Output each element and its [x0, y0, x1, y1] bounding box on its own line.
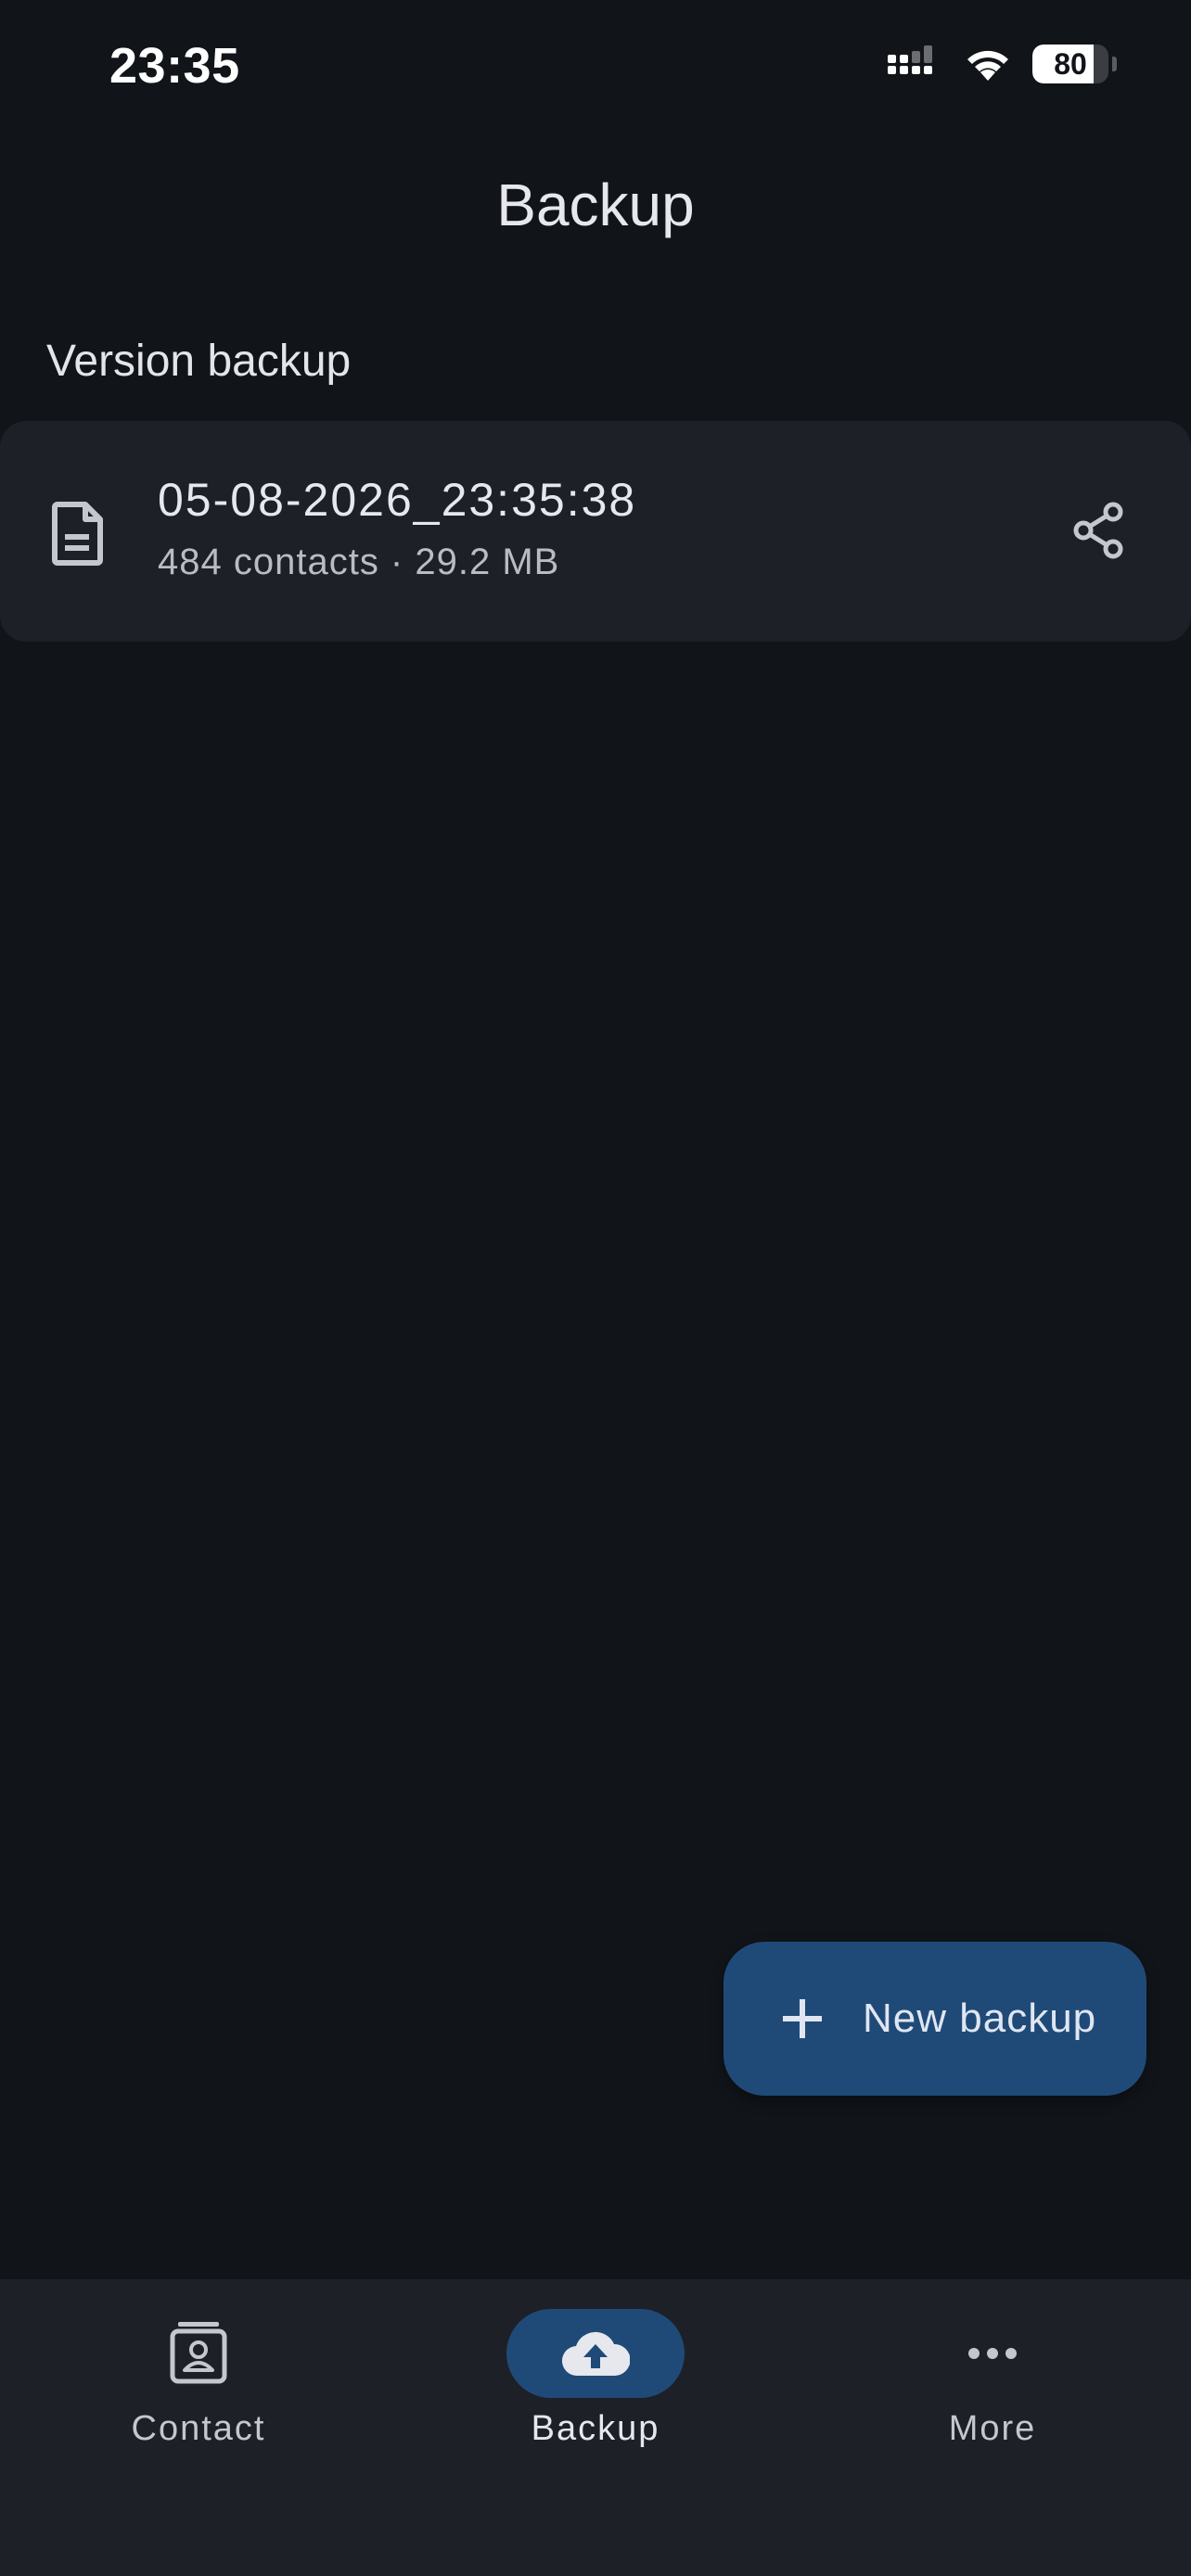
backup-name: 05-08-2026_23:35:38 — [158, 474, 637, 526]
contact-card-icon — [170, 2322, 227, 2384]
cloud-upload-icon — [562, 2331, 630, 2377]
nav-item-contact[interactable]: Contact — [0, 2279, 397, 2483]
nav-label-more: More — [948, 2409, 1037, 2448]
wifi-icon — [967, 50, 1008, 81]
nav-item-backup[interactable]: Backup — [397, 2279, 794, 2483]
nav-label-backup: Backup — [531, 2409, 660, 2448]
status-time: 23:35 — [109, 38, 240, 94]
page-title: Backup — [496, 172, 695, 238]
nav-label-contact: Contact — [131, 2409, 266, 2448]
more-horizontal-icon — [968, 2348, 1017, 2359]
battery-indicator: 80 — [1032, 45, 1108, 83]
section-label: Version backup — [46, 337, 352, 386]
cellular-signal-icon — [888, 45, 932, 74]
share-button[interactable] — [1061, 493, 1135, 567]
status-bar: 23:35 80 — [0, 0, 1191, 139]
nav-item-more[interactable]: More — [794, 2279, 1191, 2483]
share-icon — [1073, 502, 1123, 559]
backup-list-item[interactable]: 05-08-2026_23:35:38 484 contacts · 29.2 … — [0, 421, 1191, 642]
nav-icon-container-active — [506, 2309, 685, 2398]
battery-level: 80 — [1054, 47, 1087, 81]
status-icons: 80 — [888, 45, 1117, 83]
nav-icon-container — [109, 2309, 288, 2398]
new-backup-button[interactable]: New backup — [724, 1942, 1146, 2096]
backup-meta: 484 contacts · 29.2 MB — [158, 542, 560, 582]
bottom-navigation: Contact Backup More — [0, 2279, 1191, 2576]
file-document-icon — [52, 502, 103, 566]
battery-cap — [1112, 57, 1117, 71]
nav-icon-container — [903, 2309, 1082, 2398]
backup-screen: 23:35 80 Backup Version backup 05-08-202… — [0, 0, 1191, 2576]
plus-icon — [783, 1999, 822, 2038]
new-backup-label: New backup — [863, 1996, 1097, 2041]
